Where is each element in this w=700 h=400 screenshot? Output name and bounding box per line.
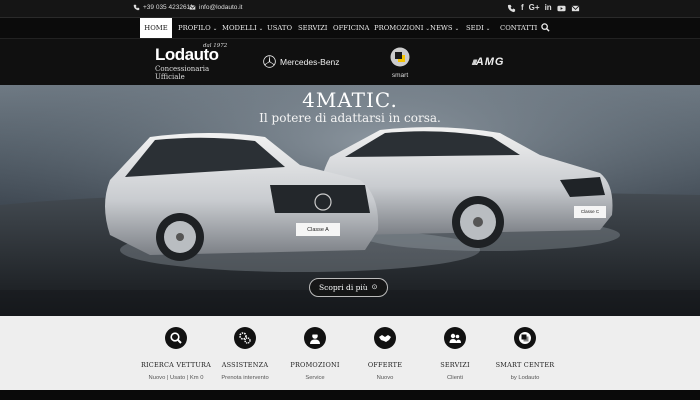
service-title: SMART CENTER [495,361,555,369]
services-strip: RICERCA VETTURA Nuovo | Usato | Km 0 ASS… [0,316,700,390]
nav-sedi[interactable]: SEDI ⌄ [466,18,490,38]
nav-usato[interactable]: USATO [267,18,292,38]
hero-title: 4MATIC. [302,88,398,112]
chevron-down-icon: ⌄ [485,26,491,32]
circle-arrow-icon: ⊙ [371,283,378,291]
phone-number: +39 035 4232611 [143,4,194,11]
service-smart-center[interactable]: SMART CENTER by Lodauto [475,316,575,381]
lodauto-logo[interactable]: dal 1972 Lodauto Concessionaria Ufficial… [155,43,235,81]
gears-icon [234,327,256,349]
search-icon[interactable] [541,23,550,32]
mail-icon [189,5,196,10]
mercedes-benz-logo[interactable]: Mercedes-Benz [263,55,340,68]
nav-promozioni[interactable]: PROMOZIONI ⌄ [374,18,430,38]
nav-contatti-label: CONTATTI [500,24,538,32]
youtube-icon[interactable] [557,4,566,13]
lodauto-subtitle: Concessionaria Ufficiale [155,65,210,81]
nav-home-label: HOME [144,24,168,32]
nav-sedi-label: SEDI [466,24,484,32]
chevron-down-icon: ⌄ [258,26,264,32]
plate-classe-a: Classe A [307,227,329,233]
nav-profilo-label: PROFILO [178,24,211,32]
nav-contatti[interactable]: CONTATTI [500,18,537,38]
facebook-icon[interactable]: f [521,3,524,13]
plate-classe-c: Classe C [580,209,600,214]
mercedes-benz-label: Mercedes-Benz [280,56,340,67]
smart-logo-icon [514,327,536,349]
nav-officina[interactable]: OFFICINA [333,18,369,38]
nav-profilo[interactable]: PROFILO ⌄ [178,18,217,38]
footer-bar [0,390,700,400]
nav-officina-label: OFFICINA [333,24,370,32]
mail-icon[interactable] [571,4,580,13]
mercedes-star-icon [263,55,276,68]
nav-news[interactable]: NEWS ⌄ [430,18,459,38]
smart-label: smart [391,72,409,79]
email-contact[interactable]: info@lodauto.it [189,4,242,11]
nav-modelli-label: MODELLI [222,24,257,32]
amg-label: AMG [475,56,505,68]
nav-home[interactable]: HOME [140,18,172,38]
mechanic-icon [304,327,326,349]
social-links: f G+ in [507,3,580,13]
google-plus-icon[interactable]: G+ [529,3,540,13]
brand-strip: dal 1972 Lodauto Concessionaria Ufficial… [0,38,700,85]
linkedin-icon[interactable]: in [545,3,552,13]
hero-subtitle: Il potere di adattarsi in corsa. [259,111,441,125]
phone-icon [133,4,140,11]
search-icon [165,327,187,349]
handshake-icon [374,327,396,349]
smart-logo-icon [390,47,410,67]
nav-promozioni-label: PROMOZIONI [374,24,424,32]
service-subtitle: by Lodauto [510,375,540,381]
lodauto-since: dal 1972 [203,43,228,49]
main-navigation: HOME PROFILO ⌄ MODELLI ⌄ USATO SERVIZI OFF… [0,18,700,38]
chevron-down-icon: ⌄ [212,26,218,32]
email-address: info@lodauto.it [199,4,243,11]
nav-servizi-label: SERVIZI [298,24,328,32]
discover-more-button[interactable]: Scopri di più ⊙ [309,278,388,297]
nav-modelli[interactable]: MODELLI ⌄ [222,18,263,38]
nav-servizi[interactable]: SERVIZI [298,18,328,38]
smart-logo[interactable]: smart [388,47,412,79]
amg-logo[interactable]: ////AMG [472,56,504,68]
phone-icon[interactable] [507,4,516,13]
people-icon [444,327,466,349]
discover-more-label: Scopri di più [319,283,368,292]
chevron-down-icon: ⌄ [454,26,460,32]
nav-news-label: NEWS [430,24,453,32]
top-contact-bar: +39 035 4232611 info@lodauto.it f G+ in [0,0,700,18]
phone-contact[interactable]: +39 035 4232611 [133,4,193,11]
nav-usato-label: USATO [267,24,293,32]
